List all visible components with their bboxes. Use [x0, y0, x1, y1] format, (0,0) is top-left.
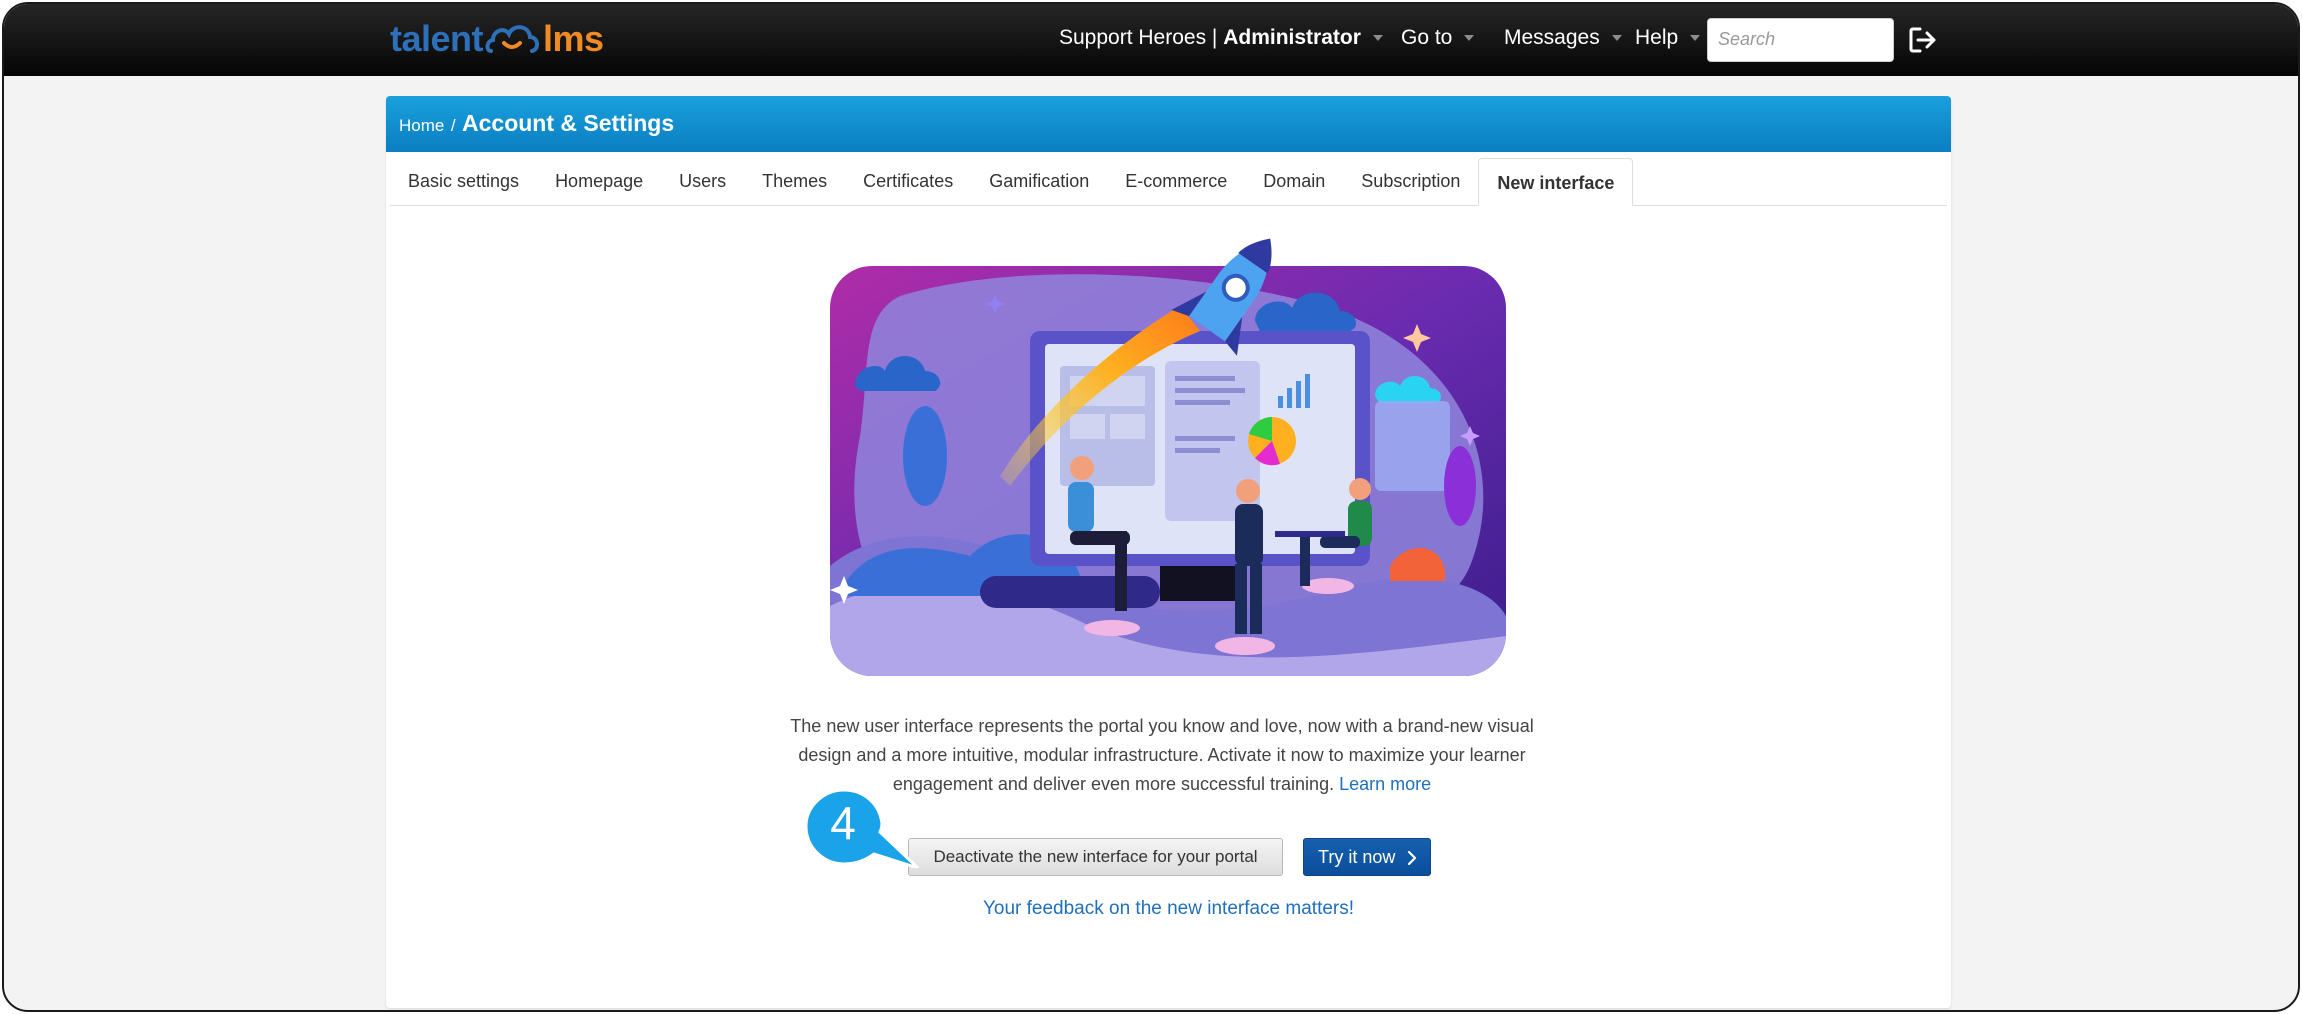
goto-label: Go to: [1401, 26, 1453, 49]
search-input[interactable]: Search: [1707, 18, 1894, 62]
caret-down-icon: [1464, 35, 1475, 41]
settings-panel: Home / Account & Settings Basic settings…: [386, 96, 1951, 1008]
help-label: Help: [1635, 26, 1679, 49]
learn-more-link[interactable]: Learn more: [1339, 774, 1431, 794]
new-interface-illustration: [830, 238, 1506, 676]
panel-header: Home / Account & Settings: [386, 96, 1951, 152]
tab-basic-settings[interactable]: Basic settings: [390, 157, 537, 205]
breadcrumb-separator: /: [450, 116, 456, 135]
chevron-right-icon: [1407, 851, 1417, 865]
try-it-now-label: Try it now: [1318, 847, 1396, 867]
caret-down-icon: [1690, 35, 1701, 41]
tab-users[interactable]: Users: [661, 157, 744, 205]
deactivate-new-interface-button[interactable]: Deactivate the new interface for your po…: [908, 838, 1283, 876]
messages-menu[interactable]: Messages: [1504, 4, 1622, 72]
tab-e-commerce[interactable]: E-commerce: [1107, 157, 1245, 205]
cloud-smile-logo-icon: [485, 25, 540, 53]
page-title: Account & Settings: [462, 110, 675, 136]
new-interface-description: The new user interface represents the po…: [777, 712, 1547, 799]
tab-themes[interactable]: Themes: [744, 157, 845, 205]
tab-gamification[interactable]: Gamification: [971, 157, 1107, 205]
top-navigation-bar: talent lms Support Heroes | Administrato…: [4, 4, 2298, 76]
settings-tabs: Basic settings Homepage Users Themes Cer…: [390, 158, 1947, 206]
logo-text-lms: lms: [543, 18, 604, 59]
messages-label: Messages: [1504, 26, 1600, 49]
tab-certificates[interactable]: Certificates: [845, 157, 971, 205]
help-menu[interactable]: Help: [1635, 4, 1701, 72]
try-it-now-button[interactable]: Try it now: [1303, 838, 1431, 876]
user-role-menu[interactable]: Support Heroes | Administrator: [1059, 4, 1383, 72]
logout-icon[interactable]: [1908, 26, 1938, 54]
step-number: 4: [830, 797, 856, 849]
user-name: Support Heroes |: [1059, 26, 1224, 49]
caret-down-icon: [1611, 35, 1622, 41]
goto-menu[interactable]: Go to: [1401, 4, 1475, 72]
tab-subscription[interactable]: Subscription: [1343, 157, 1478, 205]
browser-frame: talent lms Support Heroes | Administrato…: [2, 2, 2300, 1012]
tab-new-interface[interactable]: New interface: [1478, 158, 1634, 206]
user-role: Administrator: [1223, 26, 1361, 49]
tab-homepage[interactable]: Homepage: [537, 157, 661, 205]
talentlms-logo[interactable]: talent lms: [390, 14, 604, 64]
breadcrumb-home-link[interactable]: Home: [399, 116, 444, 135]
caret-down-icon: [1372, 35, 1383, 41]
feedback-link[interactable]: Your feedback on the new interface matte…: [386, 898, 1951, 920]
logo-text-talent: talent: [390, 18, 484, 59]
tab-domain[interactable]: Domain: [1245, 157, 1343, 205]
